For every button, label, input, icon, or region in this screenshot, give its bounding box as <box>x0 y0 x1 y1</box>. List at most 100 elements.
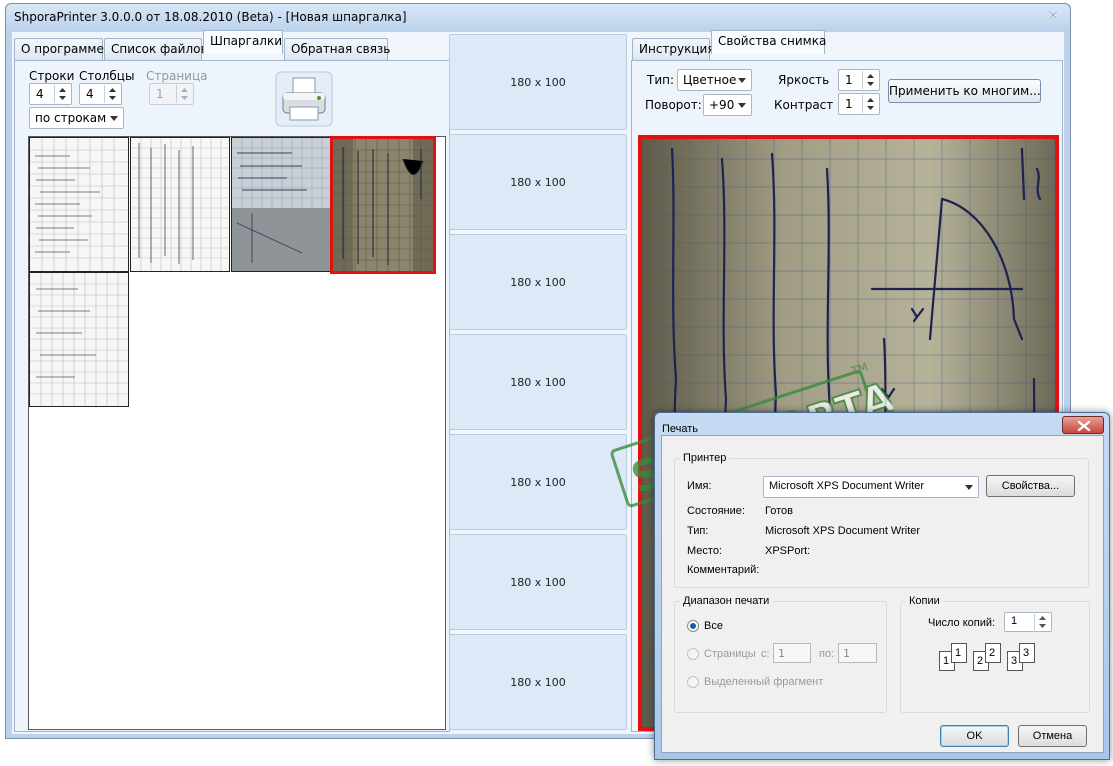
status-label: Состояние: <box>687 505 745 517</box>
range-selection-label: Выделенный фрагмент <box>704 676 824 688</box>
spin-arrows-icon[interactable] <box>862 71 878 89</box>
type-dropdown[interactable]: Цветное <box>677 69 752 91</box>
cancel-button[interactable]: Отмена <box>1018 725 1087 747</box>
slot-size-label: 180 x 100 <box>510 276 566 289</box>
contrast-value: 1 <box>845 97 853 111</box>
cols-label: Столбцы <box>79 69 135 83</box>
from-label: с: <box>761 648 770 660</box>
tab-cheatsheets[interactable]: Шпаргалки <box>203 30 283 54</box>
rotate-dropdown[interactable]: +90 <box>703 94 752 116</box>
rows-label: Строки <box>29 69 75 83</box>
rotate-label: Поворот: <box>645 98 702 112</box>
copies-label: Копии <box>906 595 943 607</box>
tab-file-list[interactable]: Список файлов <box>104 38 208 60</box>
rows-spinner[interactable]: 4 <box>29 83 72 105</box>
copies-spinner[interactable]: 1 <box>1004 612 1052 632</box>
spin-arrows-icon[interactable] <box>104 85 120 103</box>
tab-feedback[interactable]: Обратная связь <box>284 38 390 60</box>
slot-size-label: 180 x 100 <box>510 176 566 189</box>
range-all-label: Все <box>704 620 723 632</box>
chevron-down-icon <box>738 78 746 83</box>
slot-size-label: 180 x 100 <box>510 476 566 489</box>
dialog-close-button[interactable] <box>1062 416 1104 434</box>
printer-properties-button[interactable]: Свойства... <box>986 475 1075 497</box>
tab-image-properties[interactable]: Свойства снимка <box>711 30 826 54</box>
brightness-value: 1 <box>845 73 853 87</box>
from-page-field[interactable]: 1 <box>773 643 811 663</box>
print-dialog-client: Принтер Имя: Microsoft XPS Document Writ… <box>661 435 1104 753</box>
to-label: по: <box>819 648 835 660</box>
cols-value: 4 <box>86 87 94 101</box>
page-icon: 1 <box>951 643 967 663</box>
printer-name-value: Microsoft XPS Document Writer <box>769 480 925 492</box>
page-spinner: 1 <box>149 83 194 105</box>
printer-name-dropdown[interactable]: Microsoft XPS Document Writer <box>763 476 979 498</box>
slot-size-label: 180 x 100 <box>510 76 566 89</box>
slot-7[interactable]: 180 x 100 <box>449 634 627 730</box>
order-dropdown[interactable]: по строкам <box>29 107 124 129</box>
handwritten-page-image <box>333 139 433 271</box>
slot-size-label: 180 x 100 <box>510 376 566 389</box>
slot-2[interactable]: 180 x 100 <box>449 134 627 230</box>
brightness-label: Яркость <box>778 73 830 87</box>
handwritten-page-image <box>30 273 128 406</box>
slot-1[interactable]: 180 x 100 <box>449 34 627 130</box>
printer-group-label: Принтер <box>680 452 730 464</box>
page-value: 1 <box>156 87 164 101</box>
range-all-radio[interactable] <box>687 620 699 632</box>
thumbnail-2[interactable] <box>130 137 230 272</box>
spin-arrows-icon[interactable] <box>1034 614 1050 630</box>
tab-instructions[interactable]: Инструкция <box>632 38 715 60</box>
ok-button[interactable]: OK <box>940 725 1009 747</box>
type-value: Цветное <box>683 73 737 87</box>
type-label: Тип: <box>687 525 709 537</box>
slot-3[interactable]: 180 x 100 <box>449 234 627 330</box>
chevron-down-icon <box>738 103 746 108</box>
cols-spinner[interactable]: 4 <box>79 83 122 105</box>
comment-label: Комментарий: <box>687 564 760 576</box>
print-dialog: Печать Принтер Имя: Microsoft XPS Docume… <box>654 412 1110 760</box>
handwritten-page-image <box>232 138 330 271</box>
handwritten-page-image <box>131 138 229 271</box>
page-label: Страница <box>146 69 208 83</box>
brightness-spinner[interactable]: 1 <box>838 69 880 91</box>
where-label: Место: <box>687 545 722 557</box>
printer-icon <box>275 71 333 127</box>
slot-size-label: 180 x 100 <box>510 576 566 589</box>
tab-about[interactable]: О программе <box>14 38 104 60</box>
contrast-spinner[interactable]: 1 <box>838 93 880 115</box>
slot-5[interactable]: 180 x 100 <box>449 434 627 530</box>
thumbnail-1[interactable] <box>29 137 129 272</box>
printer-name-label: Имя: <box>687 480 712 492</box>
range-pages-radio[interactable] <box>687 648 699 660</box>
close-icon <box>1047 9 1059 21</box>
close-window-button[interactable] <box>1040 6 1066 24</box>
thumbnail-3[interactable] <box>231 137 331 272</box>
spin-arrows-icon[interactable] <box>862 95 878 113</box>
window-title: ShporaPrinter 3.0.0.0 от 18.08.2010 (Bet… <box>14 10 407 24</box>
to-page-field[interactable]: 1 <box>838 643 877 663</box>
range-selection-radio[interactable] <box>687 676 699 688</box>
apply-to-many-button[interactable]: Применить ко многим... <box>888 79 1041 103</box>
spin-arrows-icon[interactable] <box>54 85 70 103</box>
cheatsheet-grid[interactable] <box>28 136 446 730</box>
where-value: XPSPort: <box>765 545 811 557</box>
close-icon <box>1077 420 1091 432</box>
slot-size-label: 180 x 100 <box>510 676 566 689</box>
from-page-value: 1 <box>778 647 785 660</box>
thumbnail-4-selected[interactable] <box>330 136 436 274</box>
order-value: по строкам <box>35 111 107 125</box>
svg-text:TM: TM <box>849 360 869 378</box>
print-range-label: Диапазон печати <box>680 595 773 607</box>
status-value: Готов <box>765 505 793 517</box>
copies-value: 1 <box>1011 615 1018 627</box>
type-value: Microsoft XPS Document Writer <box>765 525 921 537</box>
title-bar[interactable]: ShporaPrinter 3.0.0.0 от 18.08.2010 (Bet… <box>6 4 1070 30</box>
collate-icon: 1 1 2 2 3 3 <box>939 643 1059 679</box>
page-icon: 3 <box>1019 643 1035 663</box>
thumbnail-5[interactable] <box>29 272 129 407</box>
chevron-down-icon <box>965 485 973 490</box>
dialog-title: Печать <box>662 423 699 435</box>
slot-6[interactable]: 180 x 100 <box>449 534 627 630</box>
print-button[interactable] <box>275 71 333 127</box>
